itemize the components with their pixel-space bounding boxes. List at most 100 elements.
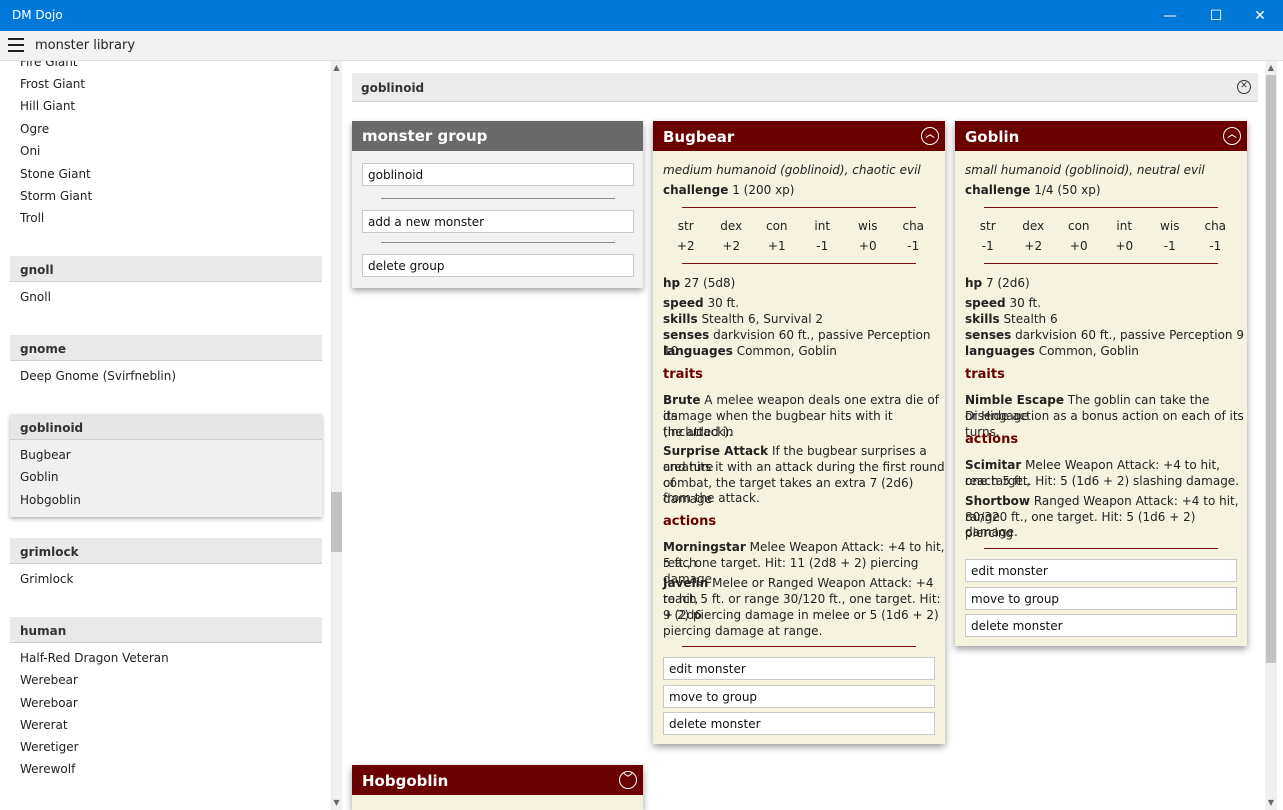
hp-value: 7 (2d6) — [985, 276, 1030, 290]
list-item[interactable]: Deep Gnome (Svirfneblin) — [20, 369, 176, 383]
action-name: Shortbow — [965, 494, 1031, 508]
list-item[interactable]: Hill Giant — [20, 99, 75, 113]
hp-value: 27 (5d8) — [683, 276, 736, 290]
group-header-goblinoid[interactable]: goblinoid — [10, 414, 322, 440]
monster-type: small humanoid (goblinoid), neutral evil — [965, 163, 1205, 177]
trait-text: the attack). — [663, 425, 733, 439]
scroll-up-icon[interactable]: ▲ — [1265, 63, 1277, 73]
trait-name: Nimble Escape — [965, 393, 1064, 407]
delete-group-button[interactable]: delete group — [362, 254, 634, 277]
list-item[interactable]: Troll — [20, 211, 44, 225]
skills-value: Stealth 6 — [1003, 312, 1058, 326]
list-item[interactable]: Stone Giant — [20, 167, 91, 181]
sidebar-scrollbar[interactable] — [331, 61, 342, 810]
scroll-up-icon[interactable]: ▲ — [331, 63, 342, 73]
minimize-button[interactable]: — — [1147, 0, 1193, 31]
stat-label: con — [1067, 219, 1090, 233]
monster-type: medium humanoid (goblinoid), chaotic evi… — [663, 163, 921, 177]
collapse-up-icon[interactable]: ︿ — [1223, 127, 1241, 145]
skills-label: skills — [965, 312, 1000, 326]
delete-monster-button[interactable]: delete monster — [965, 614, 1237, 637]
add-monster-button[interactable]: add a new monster — [362, 210, 634, 233]
group-header-human[interactable]: human — [10, 617, 322, 643]
maximize-button[interactable]: ☐ — [1193, 0, 1239, 31]
speed-line: speed 30 ft. — [965, 295, 1041, 311]
monster-group-title: monster group — [352, 121, 643, 151]
list-item[interactable]: Ogre — [20, 122, 49, 136]
speed-value: 30 ft. — [707, 296, 740, 310]
languages-label: languages — [663, 344, 733, 358]
speed-label: speed — [965, 296, 1006, 310]
divider — [682, 263, 916, 264]
list-item[interactable]: Bugbear — [20, 448, 71, 462]
list-item[interactable]: Gnoll — [20, 290, 51, 304]
action-text: damage. — [965, 525, 1018, 539]
close-group-icon[interactable]: ✕ — [1237, 80, 1251, 94]
delete-monster-button[interactable]: delete monster — [663, 712, 935, 735]
trait-text: from the attack. — [663, 491, 760, 505]
divider — [381, 242, 615, 243]
senses-label: senses — [965, 328, 1012, 342]
divider — [381, 198, 615, 199]
goblin-card: Goblin ︿ small humanoid (goblinoid), neu… — [955, 121, 1247, 646]
close-window-button[interactable]: ✕ — [1237, 0, 1283, 31]
move-to-group-button[interactable]: move to group — [965, 587, 1237, 610]
list-item[interactable]: Hobgoblin — [20, 493, 81, 507]
list-item[interactable]: Goblin — [20, 470, 59, 484]
main-scroll-thumb[interactable] — [1266, 75, 1276, 663]
languages-line: languages Common, Goblin — [663, 343, 837, 359]
collapse-down-icon[interactable]: ﹀ — [619, 771, 637, 789]
edit-monster-button[interactable]: edit monster — [663, 657, 935, 680]
skills-line: skills Stealth 6, Survival 2 — [663, 311, 823, 327]
group-bar: goblinoid ✕ — [352, 73, 1258, 102]
action-name: Morningstar — [663, 540, 746, 554]
list-item[interactable]: Frost Giant — [20, 77, 85, 91]
list-item[interactable]: Half-Red Dragon Veteran — [20, 651, 169, 665]
monster-group-panel: monster group goblinoid add a new monste… — [352, 121, 643, 288]
list-item[interactable]: Wererat — [20, 718, 68, 732]
speed-label: speed — [663, 296, 704, 310]
hobgoblin-card-header: Hobgoblin ﹀ — [352, 765, 643, 795]
stat-value: +2 — [1024, 239, 1043, 253]
skills-value: Stealth 6, Survival 2 — [701, 312, 824, 326]
group-name-field[interactable]: goblinoid — [362, 163, 634, 186]
list-item[interactable]: Fire Giant — [20, 61, 78, 69]
list-item[interactable]: Wereboar — [20, 696, 78, 710]
scroll-down-icon[interactable]: ▼ — [1265, 798, 1277, 808]
list-item[interactable]: Storm Giant — [20, 189, 92, 203]
divider — [984, 548, 1218, 549]
group-header-gnoll[interactable]: gnoll — [10, 256, 322, 282]
collapse-up-icon[interactable]: ︿ — [921, 127, 939, 145]
app-bar: monster library — [0, 31, 1283, 61]
scroll-down-icon[interactable]: ▼ — [331, 798, 342, 808]
hp-label: hp — [663, 276, 681, 290]
stat-value: -1 — [1209, 239, 1222, 253]
list-item[interactable]: Werebear — [20, 673, 78, 687]
edit-monster-button[interactable]: edit monster — [965, 559, 1237, 582]
stat-label: str — [677, 219, 694, 233]
speed-value: 30 ft. — [1009, 296, 1042, 310]
monster-name: Bugbear — [663, 128, 735, 146]
list-item[interactable]: Oni — [20, 144, 40, 158]
bugbear-card-header: Bugbear ︿ — [653, 121, 945, 151]
list-item[interactable]: Grimlock — [20, 572, 73, 586]
stat-label: wis — [858, 219, 878, 233]
move-to-group-button[interactable]: move to group — [663, 685, 935, 708]
list-item[interactable]: Weretiger — [20, 740, 79, 754]
hp-line: hp 27 (5d8) — [663, 275, 735, 291]
group-header-gnome[interactable]: gnome — [10, 335, 322, 361]
stat-value: +0 — [1115, 239, 1134, 253]
group-header-grimlock[interactable]: grimlock — [10, 538, 322, 564]
languages-value: Common, Goblin — [736, 344, 837, 358]
hamburger-menu-icon[interactable] — [8, 38, 24, 52]
bugbear-card: Bugbear ︿ medium humanoid (goblinoid), c… — [653, 121, 945, 744]
stat-label: dex — [1022, 219, 1045, 233]
stat-label: str — [979, 219, 996, 233]
languages-line: languages Common, Goblin — [965, 343, 1139, 359]
group-title: goblinoid — [361, 81, 425, 95]
stat-value: -1 — [907, 239, 920, 253]
stat-label: cha — [1204, 219, 1227, 233]
title-bar: DM Dojo — ☐ ✕ — [0, 0, 1283, 31]
list-item[interactable]: Werewolf — [20, 762, 75, 776]
sidebar-scroll-thumb[interactable] — [331, 492, 342, 552]
